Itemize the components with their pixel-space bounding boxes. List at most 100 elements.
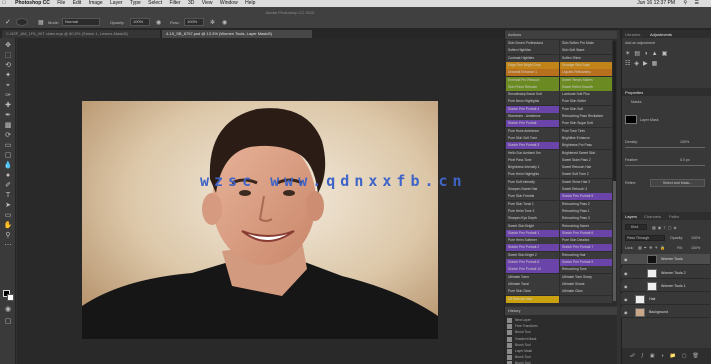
blur-icon[interactable]: 💧 xyxy=(3,161,13,170)
eraser-icon[interactable]: ▭ xyxy=(3,141,13,150)
action-item[interactable]: Pure Heim Softener xyxy=(506,237,559,245)
dodge-icon[interactable]: ● xyxy=(3,171,13,180)
action-item[interactable]: Pure Hues Ambience xyxy=(506,127,559,135)
action-item[interactable]: Brightness Pro Pass xyxy=(560,142,612,150)
visibility-eye-icon[interactable]: ◉ xyxy=(624,271,628,276)
layer-row[interactable]: ◉ Women Tools xyxy=(621,254,710,265)
action-item[interactable]: Brightened Sweet Skin xyxy=(560,149,612,157)
layer-thumbnail[interactable] xyxy=(647,282,657,291)
gradient-icon[interactable]: ▢ xyxy=(3,151,13,160)
layer-thumbnail[interactable] xyxy=(647,269,657,278)
action-item[interactable]: Skin Soften Pro Mode xyxy=(560,40,612,47)
pen-icon[interactable]: ✐ xyxy=(3,181,13,190)
layer-opacity-value[interactable]: 100% xyxy=(691,236,700,240)
action-item[interactable]: Pure Skin Detailed xyxy=(560,237,612,245)
action-item[interactable]: Retouching Pass 1 xyxy=(560,207,612,215)
action-item[interactable] xyxy=(560,295,612,303)
quick-select-icon[interactable]: ✦ xyxy=(3,71,13,80)
action-item[interactable]: Ultimate Glow xyxy=(560,288,612,296)
action-item[interactable]: Sweet Stain Pass 2 xyxy=(560,156,612,164)
action-item[interactable]: Sweet Skin Bright xyxy=(506,222,559,230)
menu-image[interactable]: Image xyxy=(89,0,103,7)
action-item[interactable]: Edge Fine Bright Drop xyxy=(506,61,559,69)
menu-layer[interactable]: Layer xyxy=(110,0,123,7)
action-item[interactable]: Liquafix Reflowstep xyxy=(560,69,612,77)
action-item[interactable]: Dreamlit Enhance 1 xyxy=(506,69,559,77)
density-slider[interactable] xyxy=(625,147,705,148)
search-icon[interactable]: ⚲ xyxy=(683,0,687,7)
brush-icon[interactable]: ✒ xyxy=(3,111,13,120)
action-item[interactable]: Sketch Pen Portrait 5 xyxy=(560,193,612,201)
action-item[interactable]: Ultimate Shade xyxy=(560,280,612,288)
adjustment-icons[interactable]: ☀▤◑▲▣ ☷◈▶▦ xyxy=(625,49,705,79)
action-item[interactable]: Pure Skin Soft xyxy=(560,105,612,113)
density-value[interactable]: 100% xyxy=(680,140,689,144)
action-item[interactable]: Pure Skin Glow xyxy=(506,288,559,296)
menu-file[interactable]: File xyxy=(57,0,65,7)
marquee-icon[interactable]: ⬚ xyxy=(3,51,13,60)
actions-scroll-thumb[interactable] xyxy=(613,181,616,301)
action-item[interactable]: Pure Heim Highlights xyxy=(506,171,559,179)
tab-document-2[interactable]: 4-15_SB_6757.psd @ 13.3% (Women Tools, L… xyxy=(162,30,312,38)
menu-3d[interactable]: 3D xyxy=(188,0,194,7)
action-item[interactable]: Skin Soven Professiona xyxy=(506,40,559,47)
action-item[interactable]: Skin Prime Retouch xyxy=(506,83,559,91)
quick-mask-icon[interactable]: ◉ xyxy=(3,305,13,314)
brush-tool-icon[interactable]: ✓ xyxy=(5,18,11,26)
action-item[interactable]: Soften Hightliss xyxy=(506,47,559,55)
action-item[interactable]: Sweet Retouch 3 xyxy=(560,186,612,193)
action-item[interactable]: Retouching Pass 2 xyxy=(560,200,612,208)
tab-document-1[interactable]: C-NSF_AM_1F6_00T vides.eqa @ 80.5% (Stni… xyxy=(2,30,160,38)
background-color-swatch[interactable] xyxy=(7,294,14,301)
menu-window[interactable]: Window xyxy=(220,0,238,7)
hand-icon[interactable]: ✋ xyxy=(3,221,13,230)
layer-thumbnail[interactable] xyxy=(635,295,645,304)
flow-field[interactable]: 100% xyxy=(184,18,204,26)
stamp-icon[interactable]: ▩ xyxy=(3,121,13,130)
pressure-opacity-icon[interactable]: ◉ xyxy=(156,19,161,26)
action-item[interactable]: Pure Skin Softer xyxy=(560,98,612,106)
properties-title[interactable]: Properties xyxy=(625,90,643,95)
action-item[interactable]: Ultimate Tone Sharp xyxy=(560,273,612,281)
action-item[interactable]: Brightness Intensify 1 xyxy=(506,164,559,172)
action-item[interactable]: Sweet Retint Smooth xyxy=(560,83,612,91)
action-item[interactable]: Pure Neon Highlights xyxy=(506,98,559,106)
brush-panel-icon[interactable]: ▦ xyxy=(38,19,44,26)
app-name[interactable]: Photoshop CC xyxy=(15,0,50,7)
menu-edit[interactable]: Edit xyxy=(73,0,82,7)
action-item[interactable]: Sharpen Eye Depth xyxy=(506,215,559,223)
action-item[interactable]: Ultimate Tonal xyxy=(506,280,559,288)
action-item[interactable]: Pure Skin Soft Tone xyxy=(506,134,559,142)
action-item[interactable]: Smudge Skin Scan xyxy=(560,61,612,69)
history-item[interactable]: Brush Tool xyxy=(515,360,531,364)
move-icon[interactable]: ✥ xyxy=(3,41,13,50)
tab-channels[interactable]: Channels xyxy=(644,214,661,219)
action-item[interactable]: Sketch Pen Portrait 6 xyxy=(560,229,612,237)
action-item[interactable]: Sketch Pen Portrait xyxy=(506,120,559,128)
action-item[interactable]: Retouching Pass Revitalizer xyxy=(560,113,612,120)
action-item[interactable]: Pure Skin Sugar Soft xyxy=(560,120,612,128)
history-brush-icon[interactable]: ⟳ xyxy=(3,131,13,140)
action-item[interactable]: Sketch Pen Portrait 3 xyxy=(506,142,559,150)
zoom-icon[interactable]: ⚲ xyxy=(3,231,13,240)
tab-adjustments[interactable]: Adjustments xyxy=(650,32,672,37)
action-item[interactable]: Sweet Temps Sliders xyxy=(560,76,612,84)
action-item[interactable]: Sketch Pen Portrait 7 xyxy=(560,244,612,252)
action-item[interactable]: Sketch Pen Portrait 10 xyxy=(506,266,559,274)
lock-icons[interactable]: ▦✒✥⚘🔒 xyxy=(638,245,667,250)
layer-row[interactable]: ◉ Women Tools 1 xyxy=(621,281,710,292)
select-and-mask-button[interactable]: Select and Mask... xyxy=(650,179,705,187)
history-panel-title[interactable]: History xyxy=(505,307,617,315)
menu-type[interactable]: Type xyxy=(130,0,141,7)
tab-libraries[interactable]: Libraries xyxy=(625,32,640,37)
eyedropper-icon[interactable]: ✑ xyxy=(3,91,13,100)
opacity-field[interactable]: 100% xyxy=(130,18,150,26)
action-item[interactable]: Pure Skin Tonal 1 xyxy=(506,200,559,208)
layers-footer-icons[interactable]: ☍ƒ▣◑📁▢🗑 xyxy=(622,348,711,364)
shape-icon[interactable]: ▭ xyxy=(3,211,13,220)
action-item[interactable]: Sketch Pen Portrait 1 xyxy=(506,229,559,237)
visibility-eye-icon[interactable]: ◉ xyxy=(624,297,628,302)
action-item[interactable]: Sketch Pen Portrait 8 xyxy=(506,259,559,266)
action-item[interactable]: Emerald Pro Retouch xyxy=(506,76,559,84)
more-tools-icon[interactable]: ⋯ xyxy=(3,241,13,250)
